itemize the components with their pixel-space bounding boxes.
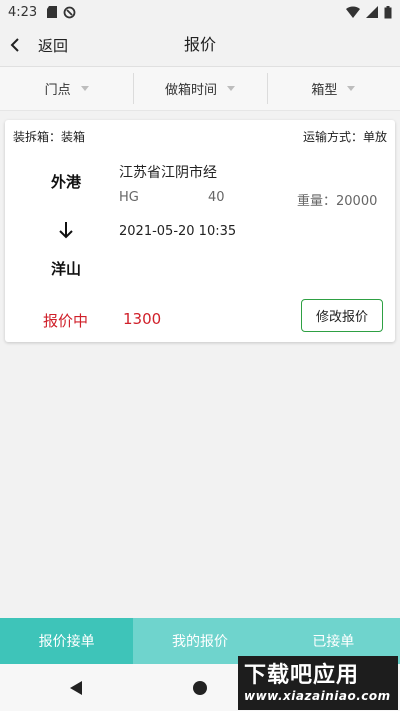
system-home-icon[interactable]: [188, 676, 212, 700]
sync-icon: [63, 6, 76, 18]
filter-location[interactable]: 门点: [0, 67, 133, 110]
watermark-title: 下载吧应用: [244, 663, 360, 688]
status-time: 4:23: [8, 4, 38, 20]
from-port: 外港: [50, 173, 81, 191]
back-button[interactable]: 返回: [4, 24, 68, 66]
dropdown-caret-icon: [227, 86, 235, 91]
container-size: 40: [208, 190, 225, 205]
edit-quote-button[interactable]: 修改报价: [301, 299, 383, 332]
pack-type: 装拆箱：装箱: [13, 130, 86, 144]
dropdown-caret-icon: [80, 86, 89, 91]
address: 江苏省江阴市经: [119, 165, 217, 181]
signal-icon: [366, 6, 378, 18]
filter-container-type[interactable]: 箱型: [266, 67, 400, 110]
status-bar: 4:23: [0, 0, 400, 24]
filter-container-type-label: 箱型: [311, 83, 338, 98]
filter-packing-time[interactable]: 做箱时间: [133, 67, 266, 110]
system-back-icon[interactable]: [64, 676, 88, 700]
watermark-url: www.xiazainiao.com: [244, 689, 391, 703]
filter-bar: 门点 做箱时间 箱型: [0, 67, 400, 111]
weight: 重量：20000: [297, 194, 378, 209]
packing-datetime: 2021-05-20 10:35: [119, 224, 237, 239]
navigation-bar: 返回 报价: [0, 24, 400, 67]
back-label: 返回: [38, 36, 69, 55]
wifi-icon: [346, 6, 360, 18]
to-port: 洋山: [50, 260, 81, 278]
container-code: HG: [119, 190, 139, 205]
watermark-logo: 下载吧应用 www.xiazainiao.com: [238, 656, 398, 710]
order-card[interactable]: 装拆箱：装箱 运输方式：单放 外港 洋山 江苏省江阴市经 HG 40 重量：20…: [5, 120, 395, 342]
chevron-left-icon: [4, 34, 26, 56]
filter-location-label: 门点: [44, 83, 71, 98]
filter-packing-time-label: 做箱时间: [164, 83, 217, 98]
tab-quote-orders[interactable]: 报价接单: [0, 618, 134, 664]
quote-price: 1300: [123, 310, 162, 328]
dropdown-caret-icon: [347, 86, 356, 91]
battery-icon: [384, 5, 392, 18]
transport-mode: 运输方式：单放: [302, 130, 387, 144]
arrow-down-icon: [59, 222, 73, 239]
sd-card-icon: [47, 6, 58, 18]
quote-status: 报价中: [43, 312, 89, 330]
